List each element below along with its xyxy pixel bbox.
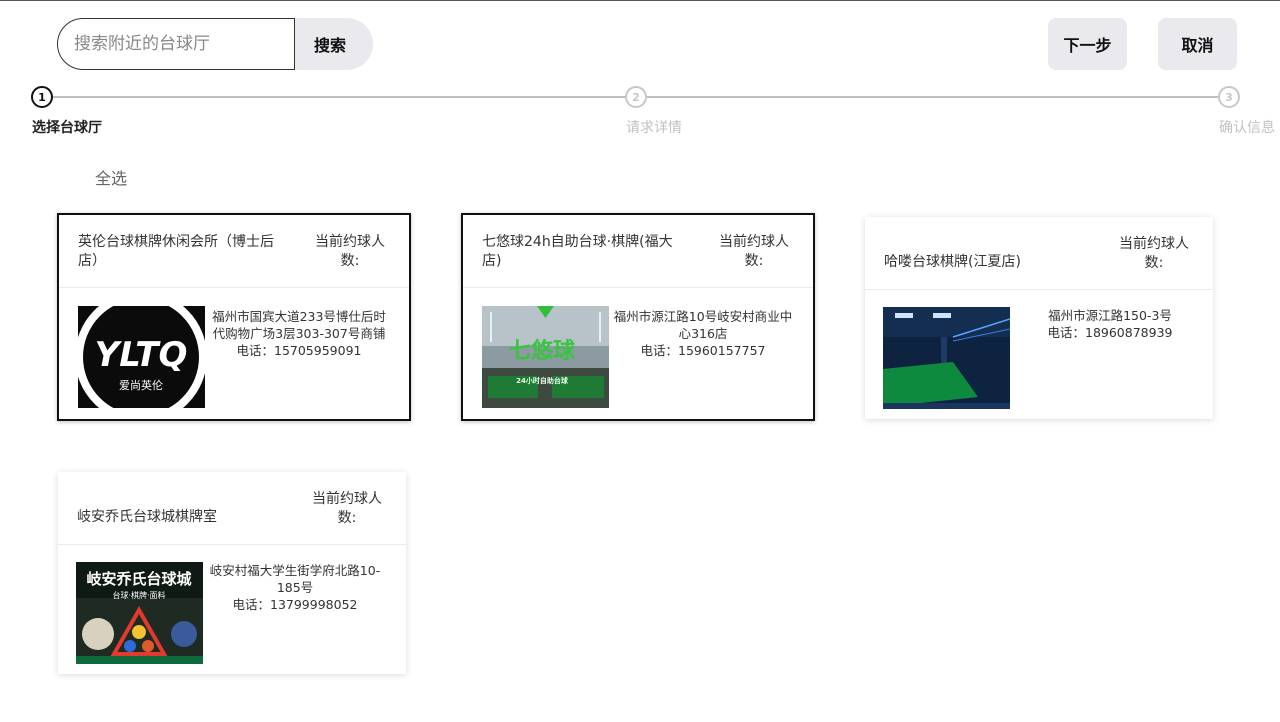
- player-count-label: 当前约球人数:: [315, 233, 385, 269]
- venue-phone: 电话：18960878939: [1047, 325, 1173, 340]
- venue-card[interactable]: 英伦台球棋牌休闲会所（博士后店） 当前约球人数: YLTQ 爱尚英伦 福州市国宾…: [57, 213, 411, 421]
- venue-address: 福州市国宾大道233号博仕后时代购物广场3层303-307号商铺: [212, 309, 386, 341]
- step-connector: [53, 96, 626, 98]
- venue-phone: 电话：15960157757: [640, 343, 766, 358]
- step-3-label: 确认信息: [1219, 120, 1275, 136]
- venue-address: 福州市源江路10号岐安村商业中心316店: [613, 309, 793, 341]
- venue-photo: [883, 307, 1010, 409]
- step-connector: [647, 96, 1218, 98]
- venue-address: 岐安村福大学生街学府北路10-185号: [209, 563, 381, 595]
- venue-logo-text: 七悠球: [509, 338, 576, 364]
- venue-card[interactable]: 岐安乔氏台球城棋牌室 当前约球人数: 岐安乔氏台球城 台球·棋牌·面料 岐安村福…: [58, 472, 406, 674]
- venue-card-header: 七悠球24h自助台球·棋牌(福大店) 当前约球人数:: [463, 215, 813, 288]
- search-button[interactable]: 搜索: [295, 18, 373, 70]
- player-count-label: 当前约球人数:: [1119, 235, 1189, 271]
- venue-details: 福州市源江路10号岐安村商业中心316店 电话：15960157757: [613, 308, 793, 359]
- venue-logo-subtext: 爱尚英伦: [119, 378, 163, 392]
- venue-logo-subtext: 台球·棋牌·面料: [112, 590, 165, 600]
- search-bar: 搜索: [57, 18, 373, 70]
- venue-photo: 岐安乔氏台球城 台球·棋牌·面料: [76, 562, 203, 664]
- step-3-indicator: 3: [1218, 86, 1240, 108]
- step-2-label: 请求详情: [626, 120, 682, 136]
- venue-card[interactable]: 七悠球24h自助台球·棋牌(福大店) 当前约球人数: 七悠球 24小时自助台球 …: [461, 213, 815, 421]
- venue-name: 英伦台球棋牌休闲会所（博士后店）: [78, 233, 274, 269]
- venue-card-header: 岐安乔氏台球城棋牌室 当前约球人数:: [58, 472, 406, 545]
- venue-name: 哈喽台球棋牌(江夏店): [884, 254, 1021, 270]
- venue-phone: 电话：15705959091: [236, 343, 362, 358]
- venue-details: 福州市源江路150-3号 电话：18960878939: [1020, 307, 1200, 341]
- progress-steps: 1 选择台球厅 2 请求详情 3 确认信息: [0, 85, 1280, 145]
- player-count-label: 当前约球人数:: [312, 490, 382, 526]
- venue-address: 福州市源江路150-3号: [1048, 308, 1172, 323]
- venue-card-header: 哈喽台球棋牌(江夏店) 当前约球人数:: [865, 217, 1213, 290]
- cancel-button[interactable]: 取消: [1158, 18, 1237, 70]
- venue-logo-text: 岐安乔氏台球城: [86, 570, 191, 588]
- venue-phone: 电话：13799998052: [232, 597, 358, 612]
- venue-photo: YLTQ 爱尚英伦: [78, 306, 205, 408]
- step-2-indicator: 2: [625, 86, 647, 108]
- venue-name: 七悠球24h自助台球·棋牌(福大店): [482, 233, 673, 269]
- next-step-button[interactable]: 下一步: [1048, 18, 1127, 70]
- venue-details: 岐安村福大学生街学府北路10-185号 电话：13799998052: [205, 562, 385, 613]
- search-input[interactable]: [57, 18, 295, 70]
- player-count-label: 当前约球人数:: [719, 233, 789, 269]
- venue-details: 福州市国宾大道233号博仕后时代购物广场3层303-307号商铺 电话：1570…: [209, 308, 389, 359]
- step-1-indicator: 1: [31, 86, 53, 108]
- venue-card-header: 英伦台球棋牌休闲会所（博士后店） 当前约球人数:: [59, 215, 409, 288]
- select-all-toggle[interactable]: 全选: [95, 165, 127, 189]
- venue-logo-subtext: 24小时自助台球: [516, 376, 569, 385]
- venue-name: 岐安乔氏台球城棋牌室: [77, 509, 217, 525]
- venue-logo-text: YLTQ: [95, 335, 188, 375]
- step-1-label: 选择台球厅: [32, 120, 102, 136]
- venue-card[interactable]: 哈喽台球棋牌(江夏店) 当前约球人数: 福州市源江路150-3号 电话：1896…: [865, 217, 1213, 419]
- venue-photo: 七悠球 24小时自助台球: [482, 306, 609, 408]
